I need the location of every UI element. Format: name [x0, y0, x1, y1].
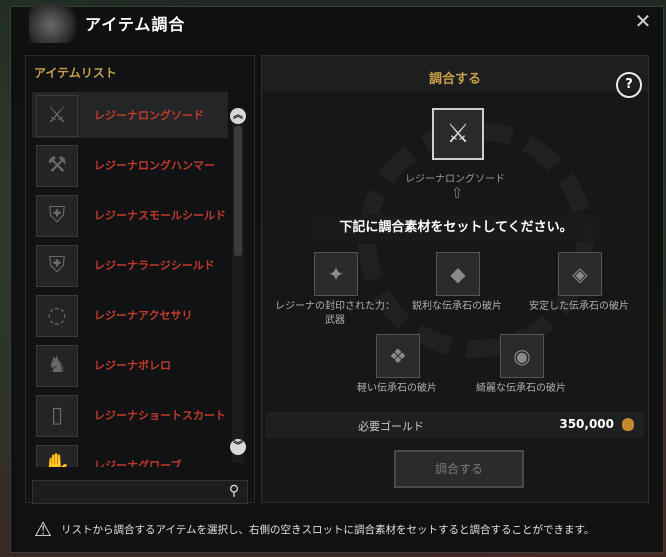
list-item-label: レジーナスモールシールド: [94, 208, 226, 222]
notice-bar: ⚠ リストから調合するアイテムを選択し、右側の空きスロットに調合素材をセットする…: [25, 513, 647, 545]
list-item[interactable]: ⚒ レジーナロングハンマー: [32, 142, 228, 188]
result-item-label: レジーナロングソード: [405, 174, 505, 185]
sword-icon: ⚔: [36, 95, 78, 137]
combine-panel: 調合する ? ⚔ レジーナロングソード ⇧ 下記に調合素材をセットしてください。…: [261, 55, 649, 503]
sword-icon: ⚔: [446, 119, 470, 149]
list-item-label: レジーナアクセサリ: [94, 308, 193, 322]
list-item[interactable]: ♞ レジーナボレロ: [32, 342, 228, 388]
small-shield-icon: ⛨: [36, 195, 78, 237]
material-slot[interactable]: ◈: [558, 252, 602, 296]
material-label: 綺麗な伝承石の破片: [476, 383, 566, 394]
accessory-icon: ◌: [36, 295, 78, 337]
material-label: 鋭利な伝承石の破片: [412, 301, 502, 312]
list-item-label: レジーナロングハンマー: [94, 158, 215, 172]
material-slot[interactable]: ◉: [500, 334, 544, 378]
close-icon[interactable]: ✕: [631, 9, 655, 33]
list-item[interactable]: ▯ レジーナショートスカート: [32, 392, 228, 438]
list-item[interactable]: ⚔ レジーナロングソード: [32, 92, 228, 138]
list-item-label: レジーナボレロ: [94, 358, 171, 372]
sharp-stone-icon: ◆: [450, 262, 466, 286]
required-gold-value: 350,000: [559, 417, 614, 431]
help-icon[interactable]: ?: [616, 72, 642, 98]
window-title: アイテム調合: [85, 15, 186, 34]
combine-title: 調合する: [428, 72, 481, 87]
result-item-slot[interactable]: ⚔: [432, 108, 484, 160]
hammer-icon: ⚒: [36, 145, 78, 187]
pretty-stone-icon: ◉: [513, 344, 531, 368]
scroll-down-icon[interactable]: ︾: [230, 439, 246, 455]
scroll-up-icon[interactable]: ︽: [230, 108, 246, 124]
material-label: 安定した伝承石の破片: [529, 301, 629, 312]
title-emblem-icon: [29, 3, 83, 43]
list-item-label: レジーナグローブ: [94, 458, 182, 468]
bolero-icon: ♞: [36, 345, 78, 387]
list-item-label: レジーナラージシールド: [94, 258, 215, 272]
title-bar[interactable]: アイテム調合 ✕: [11, 3, 663, 43]
material-label: レジーナの封印された力：武器: [275, 301, 395, 326]
item-list-panel: アイテムリスト ⚔ レジーナロングソード ⚒ レジーナロングハンマー ⛨ レジー…: [25, 55, 255, 504]
warning-icon: ⚠: [34, 517, 52, 541]
list-item-label: レジーナロングソード: [94, 108, 204, 122]
list-item[interactable]: ⛨ レジーナラージシールド: [32, 242, 228, 288]
item-list: ⚔ レジーナロングソード ⚒ レジーナロングハンマー ⛨ レジーナスモールシール…: [32, 92, 228, 467]
search-icon[interactable]: ⚲: [225, 482, 243, 500]
glove-icon: ✋: [36, 445, 78, 467]
scroll-thumb[interactable]: [234, 126, 242, 256]
item-list-scrollbar[interactable]: ︽ ︾: [230, 108, 246, 463]
list-item[interactable]: ✋ レジーナグローブ: [32, 442, 228, 467]
material-slot[interactable]: ❖: [376, 334, 420, 378]
large-shield-icon: ⛨: [36, 245, 78, 287]
item-combine-window: アイテム調合 ✕ アイテムリスト ⚔ レジーナロングソード ⚒ レジーナロングハ…: [10, 3, 664, 553]
material-slot[interactable]: ✦: [314, 252, 358, 296]
light-stone-icon: ❖: [389, 344, 407, 368]
required-gold-label: 必要ゴールド: [358, 420, 424, 433]
notice-text: リストから調合するアイテムを選択し、右側の空きスロットに調合素材をセットすると調…: [61, 524, 595, 536]
combine-button[interactable]: 調合する: [394, 450, 524, 488]
list-item[interactable]: ⛨ レジーナスモールシールド: [32, 192, 228, 238]
required-gold-row: 必要ゴールド 350,000: [266, 412, 644, 438]
search-input[interactable]: ⚲: [32, 480, 248, 504]
list-item[interactable]: ◌ レジーナアクセサリ: [32, 292, 228, 338]
sealed-power-icon: ✦: [327, 262, 345, 286]
material-label: 軽い伝承石の破片: [357, 383, 437, 394]
material-slot[interactable]: ◆: [436, 252, 480, 296]
list-item-label: レジーナショートスカート: [94, 408, 226, 422]
arrow-up-icon: ⇧: [450, 184, 464, 202]
item-list-title: アイテムリスト: [34, 66, 117, 80]
instruction-banner: 下記に調合素材をセットしてください。: [290, 214, 622, 242]
stable-stone-icon: ◈: [572, 262, 588, 286]
gold-pouch-icon: [622, 418, 634, 431]
skirt-icon: ▯: [36, 395, 78, 437]
